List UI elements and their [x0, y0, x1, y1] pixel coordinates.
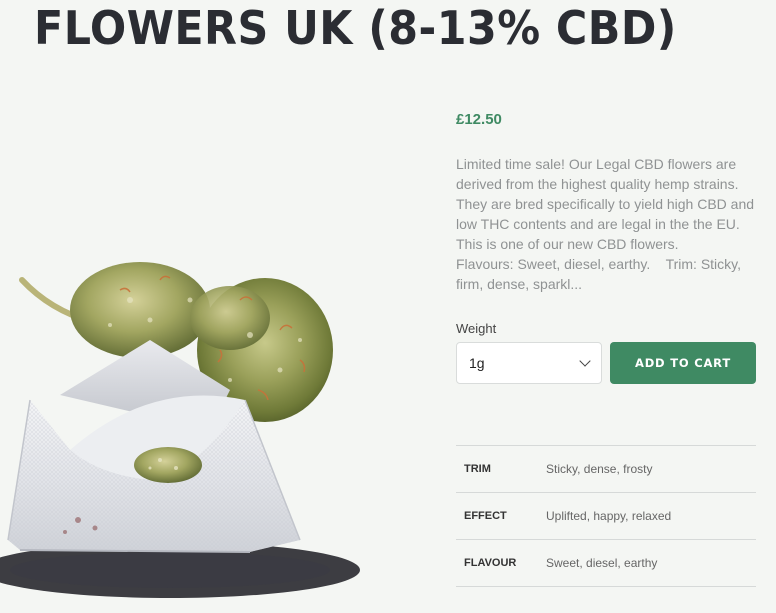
description-line: derived from the highest quality hemp st… — [456, 176, 739, 192]
description-line: Flavours: Sweet, diesel, earthy. Trim: S… — [456, 256, 742, 272]
weight-select[interactable]: 1g — [456, 342, 602, 384]
table-row: EFFECT Uplifted, happy, relaxed — [456, 493, 756, 540]
weight-label: Weight — [456, 321, 497, 336]
table-row: FLAVOUR Sweet, diesel, earthy — [456, 540, 756, 587]
description-line: This is one of our new CBD flowers. — [456, 236, 679, 252]
product-title: FLOWERS UK (8-13% CBD) — [34, 1, 677, 55]
description-line: Limited time sale! Our Legal CBD flowers… — [456, 156, 737, 172]
cbd-flower-picture — [0, 262, 360, 598]
attribute-key: EFFECT — [464, 510, 507, 522]
description-line: They are bred specifically to yield high… — [456, 196, 755, 212]
attribute-key: TRIM — [464, 463, 491, 475]
add-to-cart-button[interactable]: ADD TO CART — [610, 342, 756, 384]
product-description: Limited time sale! Our Legal CBD flowers… — [456, 154, 768, 294]
attribute-key: FLAVOUR — [464, 557, 517, 569]
product-image[interactable] — [0, 240, 400, 608]
attribute-value: Sweet, diesel, earthy — [546, 556, 658, 570]
product-price: £12.50 — [456, 111, 502, 128]
chevron-down-icon — [579, 355, 591, 367]
description-line: low THC contents and are legal in the th… — [456, 216, 740, 232]
attributes-table: TRIM Sticky, dense, frosty EFFECT Uplift… — [456, 445, 756, 587]
attribute-value: Sticky, dense, frosty — [546, 462, 653, 476]
table-row: TRIM Sticky, dense, frosty — [456, 446, 756, 493]
weight-selected-value: 1g — [469, 355, 485, 371]
description-line: firm, dense, sparkl... — [456, 276, 583, 292]
attribute-value: Uplifted, happy, relaxed — [546, 509, 672, 523]
